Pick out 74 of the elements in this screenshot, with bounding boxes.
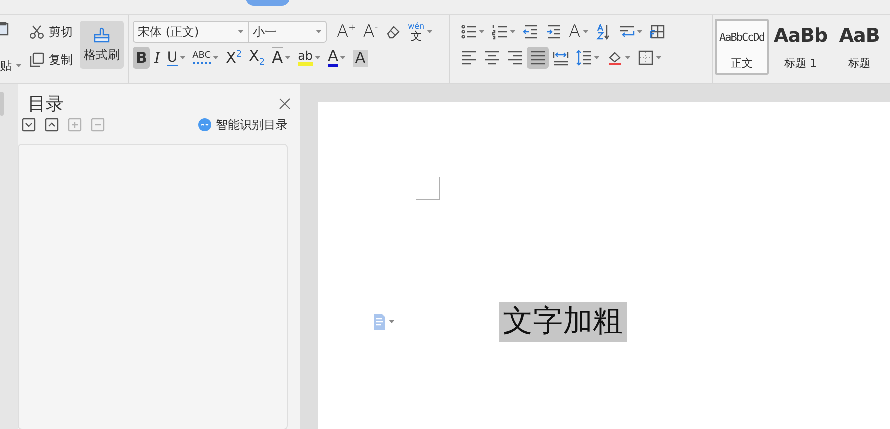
increase-indent-icon: [546, 24, 562, 40]
align-left-icon: [461, 50, 477, 66]
text-effect-button[interactable]: A: [269, 47, 294, 69]
italic-button[interactable]: I: [151, 47, 164, 69]
paste-button[interactable]: 贴: [0, 55, 22, 77]
caret-icon: [636, 30, 643, 34]
caret-icon: [340, 56, 346, 60]
subscript-button[interactable]: X$_{2}$: [246, 47, 268, 69]
paint-bucket-icon: [607, 50, 623, 66]
font-name-dropdown[interactable]: 宋体 (正文): [134, 22, 248, 42]
document-text: 文字加粗: [499, 302, 627, 342]
caret-icon: [285, 56, 292, 60]
copy-button[interactable]: 复制: [26, 49, 76, 71]
superscript-button[interactable]: X$^{2}$: [223, 47, 246, 69]
close-button[interactable]: [279, 98, 291, 110]
style-preset[interactable]: AaB 标题: [832, 19, 887, 75]
decrease-indent-icon: [523, 24, 539, 40]
emphasis-button[interactable]: ABC: [190, 47, 222, 69]
smart-toc-icon: [198, 118, 212, 132]
align-center-icon: [484, 50, 500, 66]
phonetic-button[interactable]: wén 文: [405, 21, 436, 43]
margin-corner-mark: [416, 177, 440, 200]
caret-icon: [510, 30, 516, 34]
line-spacing-icon: [576, 50, 592, 66]
clipboard-icon: [0, 21, 10, 37]
font-color-button[interactable]: A: [325, 47, 350, 69]
chevron-up-icon: [45, 118, 59, 132]
bold-button[interactable]: B: [133, 47, 150, 69]
borders-icon: [638, 50, 654, 66]
align-right-icon: [507, 50, 523, 66]
format-painter-button[interactable]: 格式刷: [80, 21, 124, 69]
caret-icon: [238, 30, 244, 34]
caret-icon: [180, 56, 186, 60]
sort-icon: [596, 24, 612, 40]
copy-icon: [29, 52, 45, 68]
caret-icon: [316, 30, 322, 34]
caret-icon: [582, 30, 589, 34]
collapse-button[interactable]: [45, 118, 59, 132]
justify-button[interactable]: [527, 47, 549, 69]
caret-icon: [426, 30, 433, 34]
caret-icon: [656, 56, 662, 60]
caret-icon: [625, 56, 631, 60]
caret-icon: [16, 64, 22, 68]
plus-icon: [68, 118, 82, 132]
paintbrush-icon: [94, 26, 110, 44]
shrink-font-button[interactable]: A$^{-}$: [360, 21, 382, 43]
caret-icon: [213, 56, 220, 60]
caret-icon: [594, 56, 600, 60]
eraser-icon: [385, 24, 402, 40]
scissors-icon: [29, 24, 45, 40]
highlight-button[interactable]: ab: [295, 47, 324, 69]
panel-title: 目录: [28, 93, 64, 116]
close-icon: [279, 98, 291, 110]
chevron-down-icon: [22, 118, 36, 132]
expand-button[interactable]: [22, 118, 36, 132]
distribute-icon: [553, 50, 569, 66]
grow-font-button[interactable]: A$^{+}$: [334, 21, 360, 43]
line-break-icon: [618, 24, 635, 40]
bulleted-list-icon: [461, 24, 477, 40]
smart-toc-link[interactable]: 智能识别目录: [198, 116, 288, 134]
caret-icon: [315, 56, 322, 60]
underline-button[interactable]: U: [164, 47, 189, 69]
cut-button[interactable]: 剪切: [26, 21, 76, 43]
paragraph-layout-icon: [373, 314, 385, 330]
text-box-icon: [650, 24, 666, 40]
minus-icon: [91, 118, 105, 132]
char-spacing-button[interactable]: A: [566, 21, 592, 43]
caret-icon: [479, 30, 485, 34]
style-preset[interactable]: AaBbCcDd 正文: [715, 19, 769, 75]
numbered-list-icon: [492, 24, 508, 40]
style-preset[interactable]: AaBb 标题 1: [770, 19, 832, 75]
caret-icon: [389, 320, 395, 324]
justify-icon: [530, 50, 546, 66]
font-size-dropdown[interactable]: 小一: [248, 22, 326, 42]
